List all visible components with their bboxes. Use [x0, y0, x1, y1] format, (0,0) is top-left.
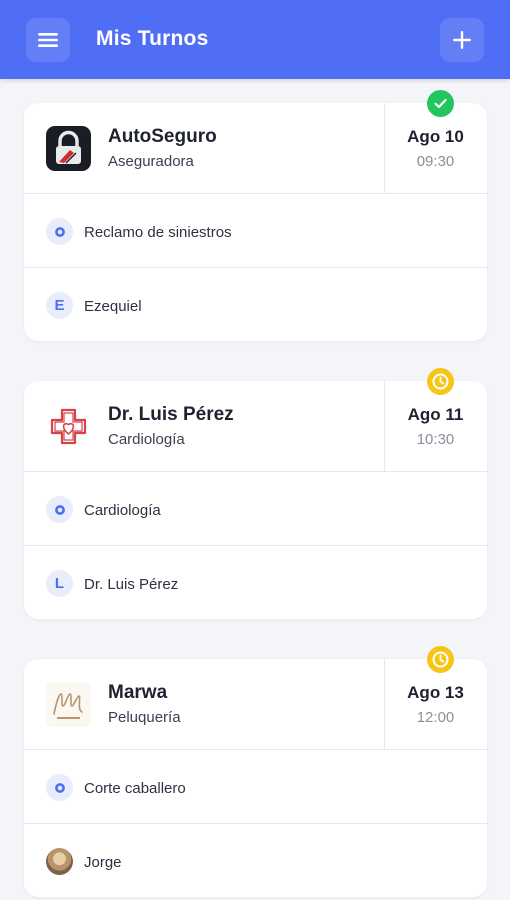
appointment-card[interactable]: Marwa Peluquería Ago 13 12:00 Corte caba… — [24, 646, 487, 898]
plus-icon — [453, 31, 471, 49]
service-row: Cardiología — [24, 472, 487, 546]
divider — [384, 659, 385, 750]
menu-icon — [38, 33, 58, 47]
appointment-time: 09:30 — [416, 153, 455, 170]
autoseguro-logo — [46, 126, 91, 171]
service-name: Cardiología — [84, 502, 161, 519]
page-title: Mis Turnos — [96, 27, 209, 50]
service-dot-icon — [46, 496, 73, 523]
appointment-header: Marwa Peluquería Ago 13 12:00 — [24, 659, 487, 750]
appointment-card[interactable]: AutoSeguro Aseguradora Ago 10 09:30 Recl… — [24, 90, 487, 342]
appointment-card[interactable]: Dr. Luis Pérez Cardiología Ago 11 10:30 … — [24, 368, 487, 620]
service-name: Reclamo de siniestros — [84, 224, 232, 241]
menu-button[interactable] — [26, 18, 70, 62]
appointment-date: Ago 10 — [407, 127, 464, 146]
add-appointment-button[interactable] — [440, 18, 484, 62]
clock-icon — [427, 646, 454, 673]
business-name: Marwa — [108, 682, 168, 703]
medical-cross-logo — [46, 404, 91, 449]
service-row: Corte caballero — [24, 750, 487, 824]
check-circle-icon — [427, 90, 454, 117]
service-dot-icon — [46, 774, 73, 801]
business-name: AutoSeguro — [108, 126, 217, 147]
divider — [384, 381, 385, 472]
business-category: Peluquería — [108, 709, 181, 726]
staff-row: L Dr. Luis Pérez — [24, 546, 487, 620]
staff-name: Ezequiel — [84, 298, 142, 315]
service-name: Corte caballero — [84, 780, 186, 797]
service-dot-icon — [46, 218, 73, 245]
staff-name: Jorge — [84, 854, 122, 871]
staff-name: Dr. Luis Pérez — [84, 576, 179, 593]
appointment-date: Ago 11 — [407, 405, 464, 424]
staff-avatar — [46, 848, 73, 875]
staff-row: E Ezequiel — [24, 268, 487, 342]
business-category: Aseguradora — [108, 153, 194, 170]
business-category: Cardiología — [108, 431, 185, 448]
staff-initial-avatar: E — [46, 292, 73, 319]
staff-photo — [46, 848, 73, 875]
app-bar: Mis Turnos — [0, 0, 510, 79]
appointment-header: AutoSeguro Aseguradora Ago 10 09:30 — [24, 103, 487, 194]
appointment-time: 12:00 — [416, 709, 455, 726]
appointment-header: Dr. Luis Pérez Cardiología Ago 11 10:30 — [24, 381, 487, 472]
clock-icon — [427, 368, 454, 395]
appointment-date: Ago 13 — [407, 683, 464, 702]
appointment-time: 10:30 — [416, 431, 455, 448]
divider — [384, 103, 385, 194]
business-name: Dr. Luis Pérez — [108, 404, 234, 425]
marwa-logo — [46, 682, 91, 727]
service-row: Reclamo de siniestros — [24, 194, 487, 268]
staff-row: Jorge — [24, 824, 487, 898]
staff-initial-avatar: L — [46, 570, 73, 597]
